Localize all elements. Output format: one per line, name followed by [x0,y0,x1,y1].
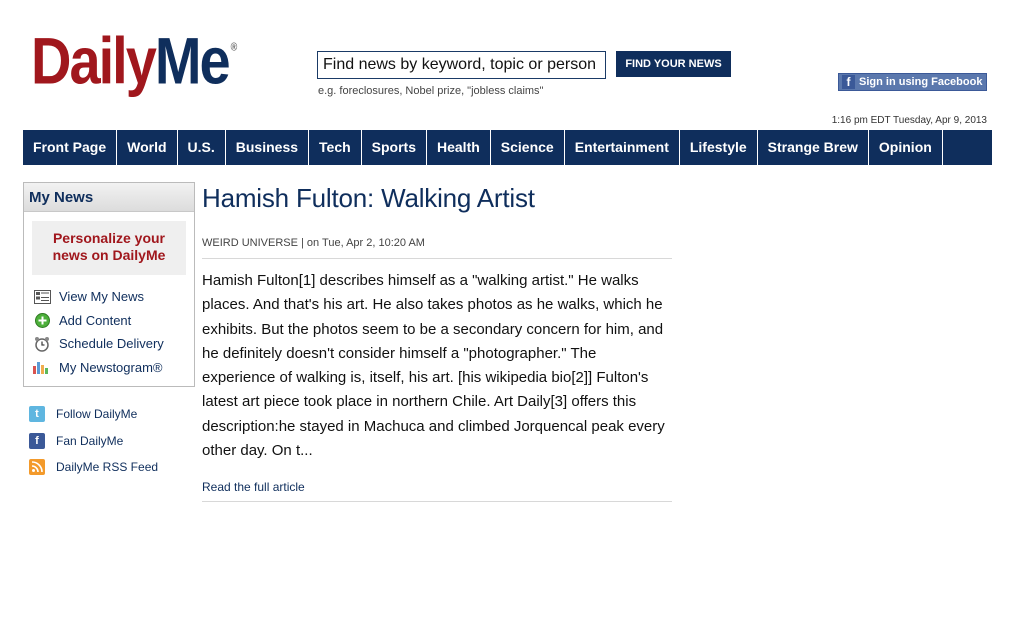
facebook-icon: f [842,75,855,89]
logo-daily-text: Daily [31,23,157,98]
nav-item-sports[interactable]: Sports [362,130,427,165]
read-full-article-link[interactable]: Read the full article [202,480,305,494]
personalize-news-link[interactable]: Personalize your news on DailyMe [32,221,186,275]
nav-item-us[interactable]: U.S. [178,130,226,165]
search-input[interactable]: Find news by keyword, topic or person [317,51,606,79]
add-icon [33,312,51,328]
find-your-news-button[interactable]: FIND YOUR NEWS [616,51,731,77]
logo-registered-mark: ® [230,40,238,53]
list-icon [33,289,51,305]
my-newstogram-label: My Newstogram® [59,359,163,375]
nav-item-health[interactable]: Health [427,130,491,165]
social-links: t Follow DailyMe f Fan DailyMe DailyMe R… [29,401,158,481]
nav-item-opinion[interactable]: Opinion [869,130,943,165]
rss-feed-link[interactable]: DailyMe RSS Feed [29,454,158,481]
divider [202,501,672,502]
datestamp: 1:16 pm EDT Tuesday, Apr 9, 2013 [831,115,987,126]
personalize-line-1: Personalize your [52,230,166,246]
nav-item-strange-brew[interactable]: Strange Brew [758,130,869,165]
facebook-icon: f [29,432,45,449]
article-byline: WEIRD UNIVERSE | on Tue, Apr 2, 10:20 AM [202,237,425,249]
twitter-icon: t [29,406,45,423]
fan-dailyme-link[interactable]: f Fan DailyMe [29,428,158,455]
bar-chart-icon [33,359,51,375]
fan-dailyme-label: Fan DailyMe [56,433,124,448]
nav-item-business[interactable]: Business [226,130,310,165]
clock-icon [33,336,51,352]
add-content-label: Add Content [59,312,132,328]
rss-feed-label: DailyMe RSS Feed [56,460,159,475]
facebook-signin-button[interactable]: f Sign in using Facebook [838,73,987,91]
article-excerpt: Hamish Fulton[1] describes himself as a … [202,272,665,460]
article-title[interactable]: Hamish Fulton: Walking Artist [202,183,535,214]
divider [202,258,672,259]
nav-item-science[interactable]: Science [491,130,565,165]
personalize-line-2: news on DailyMe [52,247,166,263]
facebook-signin-label: Sign in using Facebook [859,76,983,88]
dailyme-logo[interactable]: DailyMe ® [31,27,238,94]
view-my-news-link[interactable]: View My News [24,285,194,309]
nav-item-tech[interactable]: Tech [309,130,362,165]
schedule-delivery-link[interactable]: Schedule Delivery [24,332,194,356]
nav-item-entertainment[interactable]: Entertainment [565,130,680,165]
add-content-link[interactable]: Add Content [24,309,194,333]
my-news-list: View My News Add Content Schedule Delive… [24,285,194,379]
schedule-delivery-label: Schedule Delivery [59,336,164,352]
my-news-panel: My News Personalize your news on DailyMe… [23,182,195,387]
nav-item-lifestyle[interactable]: Lifestyle [680,130,758,165]
rss-icon [29,459,45,476]
nav-item-front-page[interactable]: Front Page [23,130,118,165]
view-my-news-label: View My News [59,289,145,305]
follow-dailyme-label: Follow DailyMe [56,407,138,422]
search-hint: e.g. foreclosures, Nobel prize, "jobless… [318,85,544,97]
follow-dailyme-link[interactable]: t Follow DailyMe [29,401,158,428]
my-newstogram-link[interactable]: My Newstogram® [24,356,194,380]
nav-item-world[interactable]: World [117,130,178,165]
main-nav: Front Page World U.S. Business Tech Spor… [23,130,992,165]
logo-me-text: Me [154,23,231,98]
my-news-heading: My News [24,183,194,212]
